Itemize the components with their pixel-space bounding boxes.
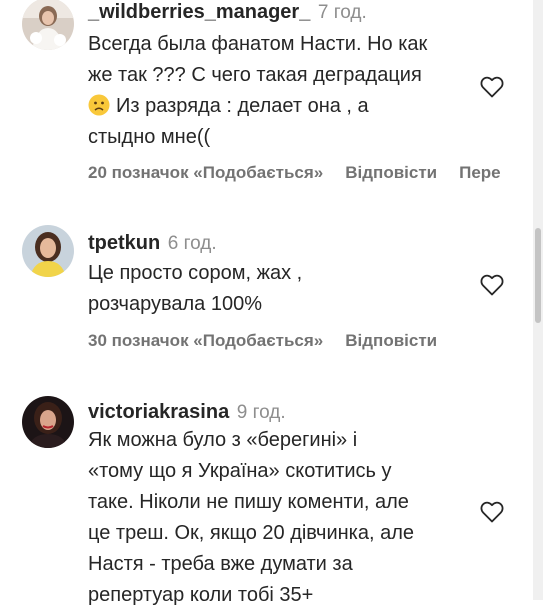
comment-line: Настя - треба вже думати за	[88, 553, 353, 575]
comment-text: Як можна було з «берегині» і «тому що я …	[88, 425, 478, 611]
timestamp[interactable]: 9 год.	[237, 402, 286, 423]
scrollbar-thumb[interactable]	[535, 228, 541, 323]
comment-line: репертуар коли тобі 35+	[88, 584, 314, 606]
comment-3: victoriakrasina 9 год. Як можна було з «…	[0, 390, 543, 606]
comment-actions: 30 позначок «Подобається» Відповісти	[88, 330, 459, 352]
comment-line: «тому що я Україна» скотитись у	[88, 460, 392, 482]
sad-face-emoji-icon	[88, 94, 110, 116]
avatar[interactable]	[22, 0, 74, 50]
timestamp[interactable]: 7 год.	[318, 2, 367, 23]
comment-actions: 20 позначок «Подобається» Відповісти Пере	[88, 162, 501, 184]
comment-line: розчарувала 100%	[88, 293, 262, 315]
avatar[interactable]	[22, 396, 74, 448]
comment-1: _wildberries_manager_ 7 год. Всегда была…	[0, 0, 543, 200]
likes-count-link[interactable]: 20 позначок «Подобається»	[88, 163, 323, 182]
translate-link[interactable]: Пере	[459, 163, 501, 182]
username[interactable]: victoriakrasina	[88, 401, 229, 423]
comment-line: Це просто сором, жах ,	[88, 262, 303, 284]
reply-button[interactable]: Відповісти	[345, 163, 437, 182]
username[interactable]: tpetkun	[88, 232, 160, 254]
comment-line: таке. Ніколи не пишу коменти, але	[88, 491, 409, 513]
reply-button[interactable]: Відповісти	[345, 331, 437, 350]
heart-outline-icon[interactable]	[480, 501, 504, 523]
comment-header: _wildberries_manager_ 7 год.	[88, 0, 367, 25]
comment-line-text: Из разряда : делает она , а	[116, 95, 369, 117]
comment-text: Це просто сором, жах , розчарувала 100%	[88, 258, 478, 320]
likes-count-link[interactable]: 30 позначок «Подобається»	[88, 331, 323, 350]
comment-line: же так ??? С чего такая деградация	[88, 64, 422, 86]
comment-text: Всегда была фанатом Насти. Но как же так…	[88, 29, 478, 153]
comment-line: Як можна було з «берегині» і	[88, 429, 358, 451]
heart-outline-icon[interactable]	[480, 76, 504, 98]
comment-line: це треш. Ок, якщо 20 дівчинка, але	[88, 522, 415, 544]
heart-outline-icon[interactable]	[480, 274, 504, 296]
username[interactable]: _wildberries_manager_	[88, 1, 310, 23]
timestamp[interactable]: 6 год.	[168, 233, 217, 254]
comment-header: tpetkun 6 год.	[88, 231, 217, 256]
comment-line: Из разряда : делает она , а	[88, 91, 478, 122]
comment-line: стыдно мне((	[88, 126, 211, 148]
comment-header: victoriakrasina 9 год.	[88, 400, 286, 425]
comment-2: tpetkun 6 год. Це просто сором, жах , ро…	[0, 220, 543, 370]
avatar[interactable]	[22, 225, 74, 277]
comment-line: Всегда была фанатом Насти. Но как	[88, 33, 428, 55]
